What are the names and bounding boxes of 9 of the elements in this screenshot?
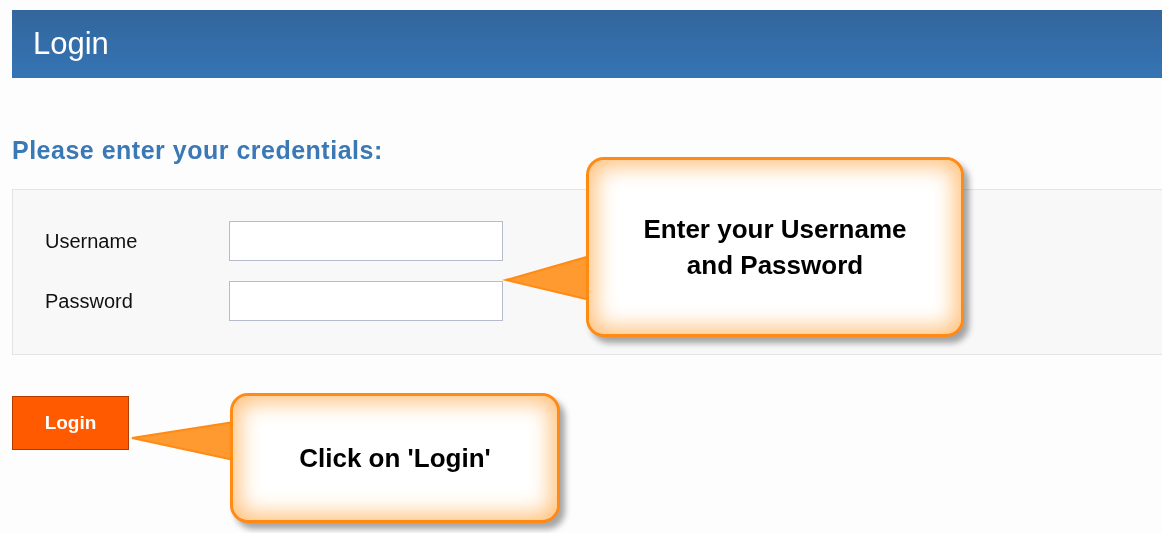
section-heading: Please enter your credentials: [12,136,384,165]
input-field[interactable] [229,281,503,321]
callout-bubble: Enter your Username and Password [586,157,964,337]
field-label: Password [45,289,134,313]
field-label: Username [45,229,139,253]
callout-bubble: Click on 'Login' [230,393,560,523]
input-field[interactable] [229,221,503,261]
page-title: Login [33,26,109,62]
login-button[interactable]: Login [12,396,129,450]
